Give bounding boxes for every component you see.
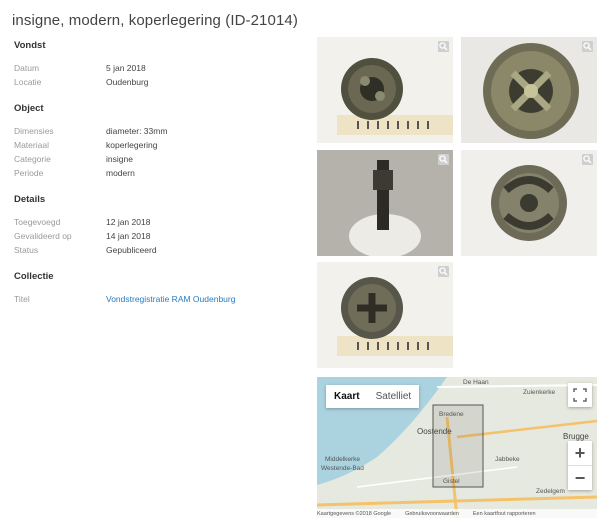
detail-row: Datum 5 jan 2018 — [14, 61, 304, 75]
detail-key: Materiaal — [14, 140, 49, 150]
zoom-in-button[interactable]: + — [568, 441, 592, 465]
map-type-satelliet[interactable]: Satelliet — [368, 385, 420, 408]
magnifier-icon[interactable] — [438, 41, 449, 52]
detail-row: Gevalideerd op 14 jan 2018 — [14, 229, 304, 243]
zoom-out-button[interactable]: − — [568, 466, 592, 490]
find-photo[interactable] — [317, 150, 453, 256]
map-place-label: Brugge — [563, 432, 589, 441]
detail-row: Categorie insigne — [14, 152, 304, 166]
location-map[interactable]: Kaart Satelliet + − De Haan Zuienkerke B… — [317, 377, 597, 518]
magnifier-icon[interactable] — [582, 41, 593, 52]
map-place-label: Bredene — [439, 411, 464, 418]
zoom-control: + − — [568, 441, 592, 490]
detail-value: Oudenburg — [106, 77, 149, 87]
detail-value: koperlegering — [106, 140, 158, 150]
detail-key: Locatie — [14, 77, 42, 87]
section-details: Details Toegevoegd 12 jan 2018 Gevalidee… — [14, 194, 304, 257]
section-title: Vondst — [14, 40, 46, 51]
find-photo[interactable] — [317, 262, 453, 368]
detail-value: Gepubliceerd — [106, 245, 157, 255]
fullscreen-icon[interactable] — [568, 383, 592, 407]
map-place-label: Zedelgem — [536, 488, 565, 495]
magnifier-icon[interactable] — [438, 266, 449, 277]
detail-row: Titel Vondstregistratie RAM Oudenburg — [14, 292, 304, 306]
detail-value: 5 jan 2018 — [106, 63, 146, 73]
map-place-label: Westende-Bad — [321, 465, 364, 472]
detail-key: Titel — [14, 294, 30, 304]
collection-link[interactable]: Vondstregistratie RAM Oudenburg — [106, 292, 235, 306]
detail-value: insigne — [106, 154, 133, 164]
map-place-label: Zuienkerke — [523, 389, 556, 396]
detail-key: Gevalideerd op — [14, 231, 72, 241]
map-footer: Kaartgegevens ©2018 Google Gebruiksvoorw… — [317, 509, 597, 518]
find-details: Vondst Datum 5 jan 2018 Locatie Oudenbur… — [14, 40, 304, 320]
map-place-label: Oostende — [417, 427, 452, 436]
page-title: insigne, modern, koperlegering (ID-21014… — [12, 12, 298, 29]
map-place-label: Gistel — [443, 478, 460, 485]
magnifier-icon[interactable] — [582, 154, 593, 165]
detail-key: Datum — [14, 63, 40, 73]
map-place-label: Middelkerke — [325, 456, 361, 463]
section-vondst: Vondst Datum 5 jan 2018 Locatie Oudenbur… — [14, 40, 304, 89]
map-type-switcher: Kaart Satelliet — [326, 385, 420, 408]
detail-key: Toegevoegd — [14, 217, 61, 227]
terms-link[interactable]: Gebruiksvoorwaarden — [405, 511, 459, 517]
map-place-label: Jabbeke — [495, 456, 520, 463]
detail-key: Periode — [14, 168, 44, 178]
detail-row: Status Gepubliceerd — [14, 243, 304, 257]
map-type-kaart[interactable]: Kaart — [326, 385, 368, 408]
detail-value: modern — [106, 168, 135, 178]
report-error-link[interactable]: Een kaartfout rapporteren — [473, 511, 536, 517]
detail-key: Dimensies — [14, 126, 54, 136]
section-title: Collectie — [14, 271, 54, 282]
find-photo[interactable] — [317, 37, 453, 143]
map-place-label: De Haan — [463, 379, 489, 386]
detail-value: 12 jan 2018 — [106, 217, 151, 227]
detail-row: Toegevoegd 12 jan 2018 — [14, 215, 304, 229]
detail-row: Materiaal koperlegering — [14, 138, 304, 152]
section-title: Object — [14, 103, 44, 114]
detail-row: Dimensies diameter: 33mm — [14, 124, 304, 138]
magnifier-icon[interactable] — [438, 154, 449, 165]
detail-value: diameter: 33mm — [106, 126, 168, 136]
find-photo[interactable] — [461, 150, 597, 256]
detail-key: Categorie — [14, 154, 51, 164]
section-title: Details — [14, 194, 46, 205]
detail-value: 14 jan 2018 — [106, 231, 151, 241]
section-collectie: Collectie Titel Vondstregistratie RAM Ou… — [14, 271, 304, 306]
map-attribution: Kaartgegevens ©2018 Google — [317, 510, 392, 517]
section-object: Object Dimensies diameter: 33mm Materiaa… — [14, 103, 304, 180]
find-photo[interactable] — [461, 37, 597, 143]
detail-key: Status — [14, 245, 39, 255]
detail-row: Periode modern — [14, 166, 304, 180]
detail-row: Locatie Oudenburg — [14, 75, 304, 89]
